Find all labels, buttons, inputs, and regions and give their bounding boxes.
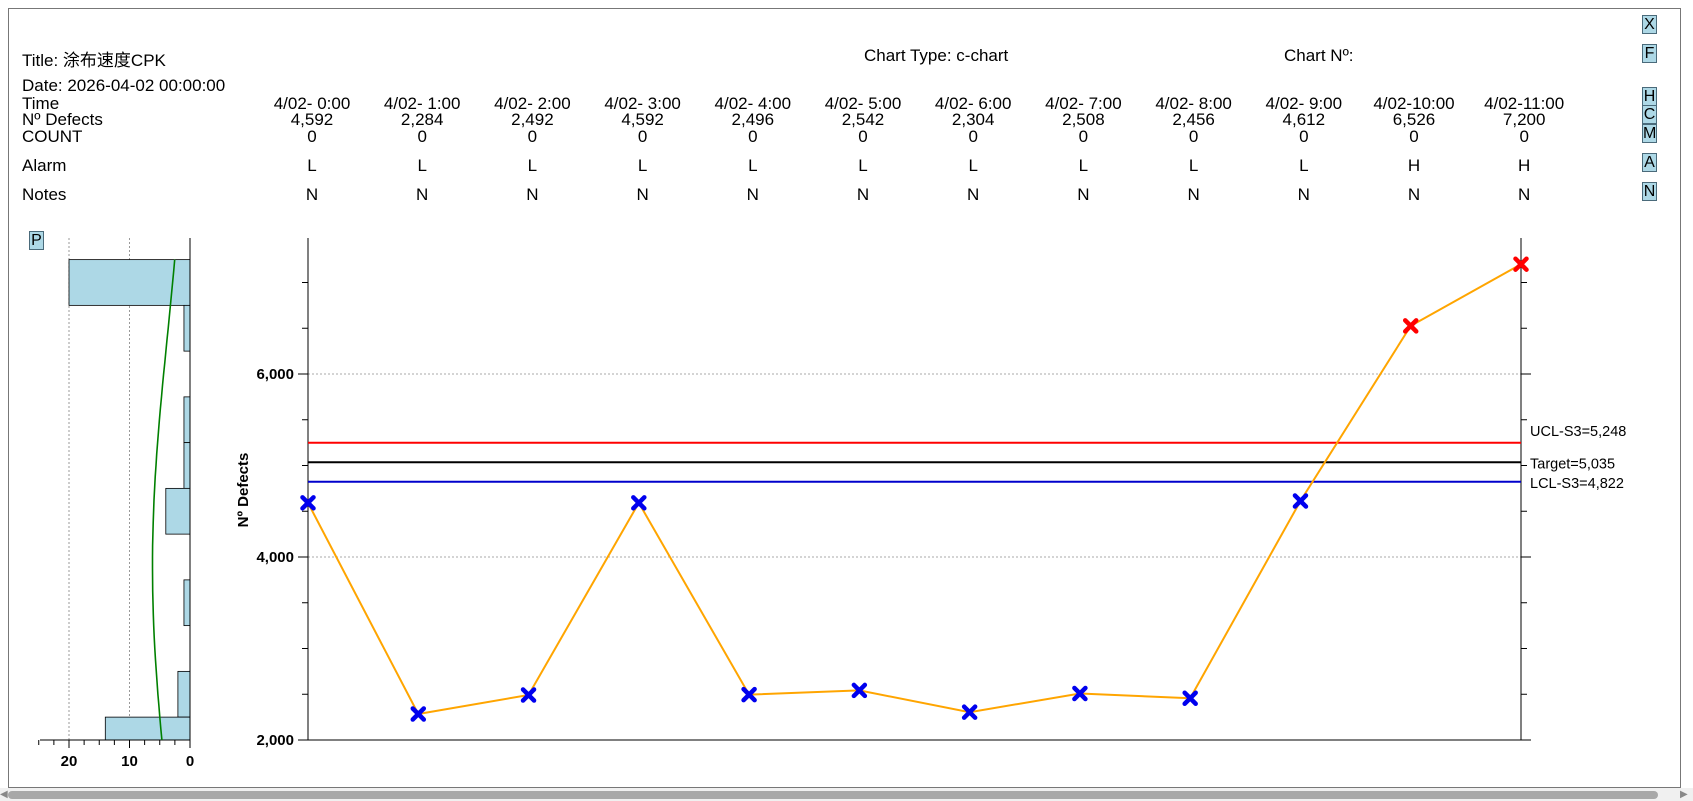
- histogram-bar: [104, 716, 191, 741]
- hist-x-tick-label: 20: [61, 753, 78, 770]
- histogram-bar: [183, 442, 191, 489]
- y-tick-label: 6,000: [256, 366, 294, 383]
- data-point: [1402, 318, 1419, 334]
- hist-x-tick-label: 0: [186, 753, 194, 770]
- histogram-bar: [165, 487, 191, 535]
- horizontal-scrollbar[interactable]: ◀ ▶: [0, 788, 1693, 801]
- y-tick-label: 2,000: [256, 732, 294, 749]
- histogram-bar: [183, 396, 191, 444]
- series-line: [307, 263, 1522, 716]
- target-label: Target=5,035: [1530, 456, 1615, 472]
- control-chart: 2,000 4,000 6,000 Nº Defects UCL-S3=5,248 Tar…: [38, 238, 1626, 770]
- y-axis-label: Nº Defects: [235, 453, 252, 528]
- histogram-bar: [183, 579, 191, 627]
- y-tick-label: 4,000: [256, 549, 294, 566]
- scrollbar-thumb[interactable]: [8, 791, 1658, 799]
- scroll-right-icon[interactable]: ▶: [1680, 789, 1688, 800]
- scroll-left-icon[interactable]: ◀: [0, 789, 8, 800]
- data-point: [1292, 493, 1309, 509]
- ucl-label: UCL-S3=5,248: [1530, 424, 1626, 440]
- hist-x-tick-label: 10: [121, 753, 138, 770]
- lcl-label: LCL-S3=4,822: [1530, 476, 1624, 492]
- histogram-bar: [183, 304, 191, 352]
- histogram-bar: [177, 670, 191, 718]
- data-point: [631, 495, 647, 511]
